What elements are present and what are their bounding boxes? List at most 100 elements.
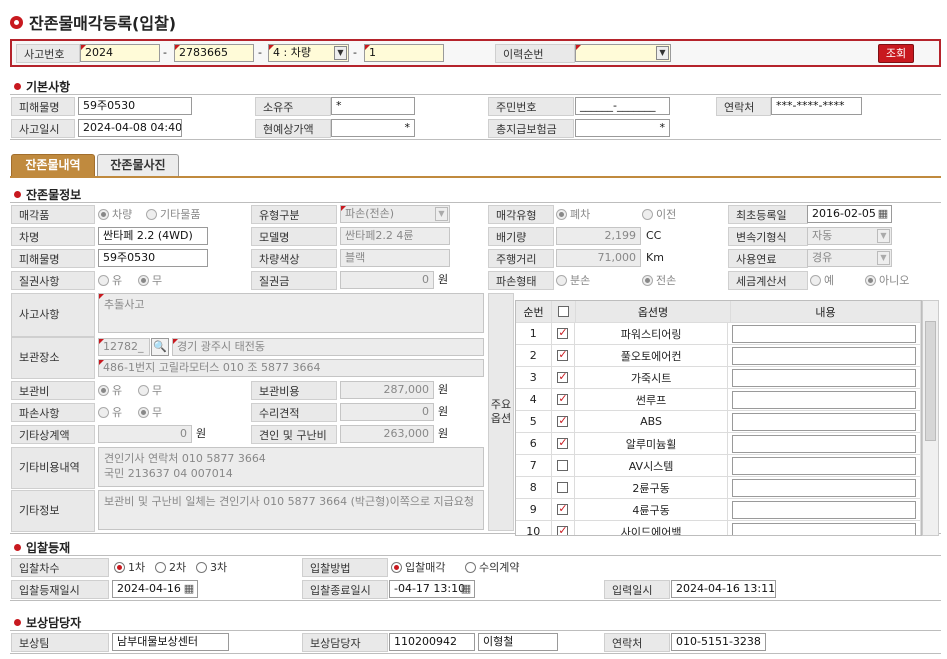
first-reg-input[interactable]: 2016-02-05 ▦ <box>807 205 892 223</box>
option-checkbox[interactable] <box>552 477 576 498</box>
bid-end-date-input[interactable]: -04-17 13:10 ▦ <box>389 580 475 598</box>
option-name: AV시스템 <box>575 455 728 476</box>
resident-no-input[interactable]: ______-_______ <box>575 97 670 115</box>
option-content-input[interactable] <box>732 368 916 387</box>
bid-round-2-radio[interactable]: 2차 <box>155 558 186 576</box>
other-total-input[interactable]: 0 <box>98 425 192 443</box>
bid-round-1-radio[interactable]: 1차 <box>114 558 145 576</box>
section-bullet-icon <box>14 191 21 198</box>
tax-invoice-no-radio[interactable]: 아니오 <box>865 271 909 289</box>
bid-method-auction-radio[interactable]: 입찰매각 <box>391 558 445 576</box>
sale-type-scrap-radio[interactable]: 폐차 <box>556 205 590 223</box>
option-content-input[interactable] <box>732 390 916 409</box>
transmission-select[interactable]: 자동 ▼ <box>807 227 892 245</box>
accident-seq-input[interactable]: 1 <box>364 44 444 62</box>
other-cost-textarea[interactable]: 견인기사 연락처 010 5877 3664 국민 213637 04 0070… <box>98 447 484 487</box>
accident-desc-textarea[interactable]: 추돌사고 <box>98 293 484 333</box>
header-checkbox[interactable] <box>552 301 576 322</box>
comp-manager-id-input[interactable]: 110200942 <box>389 633 475 651</box>
tow-cost-input[interactable]: 263,000 <box>340 425 434 443</box>
damage-no-radio[interactable]: 무 <box>138 403 162 421</box>
bid-round-3-radio[interactable]: 3차 <box>196 558 227 576</box>
accident-no-input[interactable]: 2783665 <box>174 44 254 62</box>
address2-input[interactable]: 486-1번지 고릴라모터스 010 조 5877 3664 <box>98 359 484 377</box>
option-content-input[interactable] <box>732 478 916 497</box>
victim-item-input[interactable]: 59주0530 <box>78 97 192 115</box>
sale-item-other-radio[interactable]: 기타물품 <box>146 205 200 223</box>
other-info-textarea[interactable]: 보관비 및 구난비 일체는 견인기사 010 5877 3664 (박근형)이쪽… <box>98 490 484 530</box>
bid-reg-date-input[interactable]: 2024-04-16 ▦ <box>112 580 198 598</box>
bid-section-header: 입찰등재 <box>14 539 70 556</box>
calendar-icon[interactable]: ▦ <box>459 582 473 596</box>
present-value-input[interactable]: * <box>331 119 415 137</box>
history-seq-select[interactable]: ▼ <box>575 44 671 62</box>
comp-manager-name-input[interactable]: 이형철 <box>478 633 558 651</box>
search-button[interactable]: 조회 <box>878 44 914 63</box>
option-content-input[interactable] <box>732 412 916 431</box>
owner-label: 소유주 <box>255 97 331 116</box>
color-input[interactable]: 블랙 <box>340 249 450 267</box>
calendar-icon[interactable]: ▦ <box>182 582 196 596</box>
option-checkbox[interactable] <box>552 411 576 432</box>
zip-input[interactable]: 12782_ <box>98 338 150 356</box>
bid-reg-date-value: 2024-04-16 <box>117 582 181 595</box>
lien-no-radio[interactable]: 무 <box>138 271 162 289</box>
sale-type-transfer-radio[interactable]: 이전 <box>642 205 676 223</box>
type-select[interactable]: 파손(전손) ▼ <box>340 205 450 223</box>
page-title-area: 잔존물매각등록(입찰) <box>10 9 176 35</box>
victim-item-input[interactable]: 59주0530 <box>98 249 208 267</box>
lien-yes-radio[interactable]: 유 <box>98 271 122 289</box>
option-content-input[interactable] <box>732 456 916 475</box>
option-checkbox[interactable] <box>552 323 576 344</box>
option-checkbox[interactable] <box>552 433 576 454</box>
sale-item-car-radio[interactable]: 차량 <box>98 205 132 223</box>
option-checkbox[interactable] <box>552 367 576 388</box>
repair-est-input[interactable]: 0 <box>340 403 434 421</box>
damage-form-partial-radio[interactable]: 분손 <box>556 271 590 289</box>
calendar-icon[interactable]: ▦ <box>876 207 890 221</box>
model-input[interactable]: 싼타페2.2 4륜 <box>340 227 450 245</box>
option-content-input[interactable] <box>732 346 916 365</box>
option-checkbox[interactable] <box>552 389 576 410</box>
lien-amount-input[interactable]: 0 <box>340 271 434 289</box>
accident-year-input[interactable]: 2024 <box>80 44 160 62</box>
option-content-input[interactable] <box>732 522 916 535</box>
accident-date-input[interactable]: 2024-04-08 04:40 <box>78 119 182 137</box>
contact-input[interactable]: ***-****-**** <box>771 97 862 115</box>
input-date-input[interactable]: 2024-04-16 13:11 <box>671 580 776 598</box>
tab-salvage-details[interactable]: 잔존물내역 <box>11 154 95 176</box>
option-checkbox[interactable] <box>552 345 576 366</box>
option-checkbox[interactable] <box>552 521 576 535</box>
comp-contact-input[interactable]: 010-5151-3238 <box>671 633 766 651</box>
mileage-input[interactable]: 71,000 <box>556 249 641 267</box>
tab-salvage-photos[interactable]: 잔존물사진 <box>97 154 179 176</box>
total-paid-input[interactable]: * <box>575 119 670 137</box>
comp-team-input[interactable]: 남부대물보상센터 <box>112 633 229 651</box>
scrollbar-thumb[interactable] <box>925 321 936 441</box>
accident-type-select[interactable]: 4 : 차량 ▼ <box>268 44 349 62</box>
storage-cost-input[interactable]: 287,000 <box>340 381 434 399</box>
bid-method-private-radio[interactable]: 수의계약 <box>465 558 519 576</box>
compensation-section-header: 보상담당자 <box>14 614 81 631</box>
damage-yes-radio[interactable]: 유 <box>98 403 122 421</box>
option-checkbox[interactable] <box>552 499 576 520</box>
comp-team-label: 보상팀 <box>11 633 109 652</box>
option-checkbox[interactable] <box>552 455 576 476</box>
zip-search-button[interactable]: 🔍 <box>151 338 169 356</box>
fuel-select[interactable]: 경유 ▼ <box>807 249 892 267</box>
damage-label: 파손사항 <box>11 403 95 422</box>
car-name-input[interactable]: 싼타페 2.2 (4WD) <box>98 227 208 245</box>
owner-input[interactable]: * <box>331 97 415 115</box>
option-content-input[interactable] <box>732 500 916 519</box>
damage-form-total-radio[interactable]: 전손 <box>642 271 676 289</box>
option-content-input[interactable] <box>732 324 916 343</box>
address1-input[interactable]: 경기 광주시 태전동 <box>172 338 484 356</box>
checkbox-icon <box>557 392 569 405</box>
options-scrollbar[interactable] <box>922 300 939 536</box>
displacement-input[interactable]: 2,199 <box>556 227 641 245</box>
storage-fee-no-radio[interactable]: 무 <box>138 381 162 399</box>
option-content-input[interactable] <box>732 434 916 453</box>
storage-fee-yes-radio[interactable]: 유 <box>98 381 122 399</box>
tax-invoice-yes-radio[interactable]: 예 <box>810 271 834 289</box>
radio-icon <box>98 274 109 286</box>
